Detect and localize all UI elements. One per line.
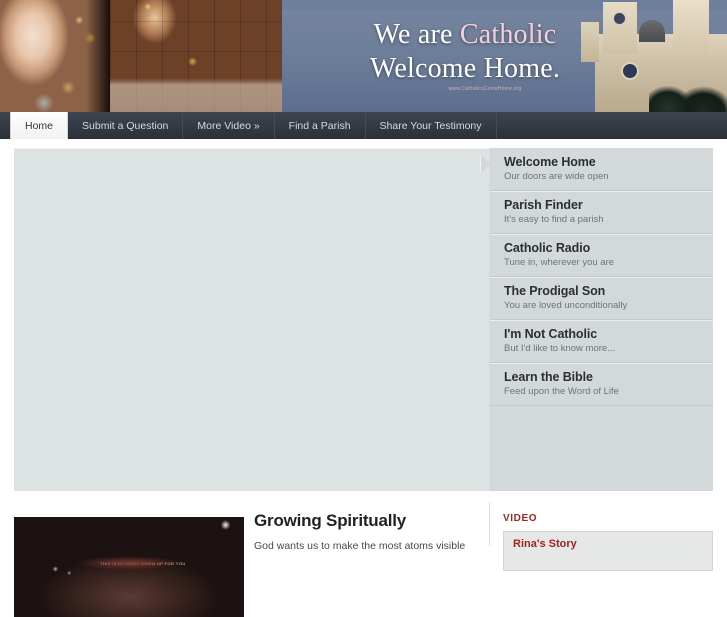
nav-item-share-your-testimony[interactable]: Share Your Testimony [366,112,497,139]
lower-section: THIS IS MY BODY GIVEN UP FOR YOU Growing… [0,503,727,617]
feature-subtitle: You are loved unconditionally [504,300,628,311]
feature-item-welcome-home[interactable]: Welcome Home Our doors are wide open [481,148,713,191]
video-section-label: VIDEO [503,513,538,524]
banner-headline-pink: Catholic [459,19,557,50]
feature-title: Parish Finder [504,198,583,212]
feature-item-parish-finder[interactable]: Parish Finder It's easy to find a parish [490,191,713,234]
nav-item-home[interactable]: Home [10,112,69,139]
feature-item-im-not-catholic[interactable]: I'm Not Catholic But I'd like to know mo… [490,320,713,363]
feature-title: Welcome Home [504,155,596,169]
feature-item-learn-the-bible[interactable]: Learn the Bible Feed upon the Word of Li… [490,363,713,406]
feature-title: The Prodigal Son [504,284,606,298]
feature-title: I'm Not Catholic [504,327,598,341]
nav-item-more-video[interactable]: More Video » [183,112,275,139]
feature-item-the-prodigal-son[interactable]: The Prodigal Son You are loved unconditi… [490,277,713,320]
feature-menu-list: Welcome Home Our doors are wide open Par… [481,148,713,491]
feature-item-catholic-radio[interactable]: Catholic Radio Tune in, wherever you are [490,234,713,277]
video-card-title: Rina's Story [513,538,577,550]
nav-item-home-label: Home [25,119,54,132]
active-pointer-icon [481,155,490,173]
feature-subtitle: It's easy to find a parish [504,214,604,225]
page-root: We are Catholic Welcome Home. www.Cathol… [0,0,727,617]
article-thumbnail-image[interactable]: THIS IS MY BODY GIVEN UP FOR YOU [14,517,244,617]
nav-item-find-a-parish[interactable]: Find a Parish [275,112,366,139]
main-navigation: Home Submit a Question More Video » Find… [0,112,727,144]
nav-item-submit-a-question-label: Submit a Question [82,119,169,132]
nav-item-share-your-testimony-label: Share Your Testimony [379,119,482,132]
feature-title: Learn the Bible [504,370,593,384]
stained-glass-last-supper-image [110,0,282,112]
cathedral-tower-right [673,0,709,56]
feature-subtitle: But I'd like to know more... [504,343,616,354]
content-area: Welcome Home Our doors are wide open Par… [0,139,727,545]
nav-item-more-video-label: More Video » [197,119,260,132]
banner-url-text: www.CatholicsComeHome.org [448,86,522,92]
feature-subtitle: Feed upon the Word of Life [504,386,619,397]
banner-headline-white: We are [373,19,460,50]
feature-subtitle: Tune in, wherever you are [504,257,615,268]
banner-headline-line2: Welcome Home. [369,53,561,84]
feature-subtitle: Our doors are wide open [504,171,609,182]
hero-media-panel[interactable] [14,148,491,491]
article-body-text: God wants us to make the most atoms visi… [254,540,466,552]
nav-item-find-a-parish-label: Find a Parish [288,119,351,132]
cathedral-trees [649,68,727,112]
feature-title: Catholic Radio [504,241,591,255]
column-divider [489,503,490,545]
cathedral-dome [639,20,665,42]
article-thumbnail-caption: THIS IS MY BODY GIVEN UP FOR YOU [99,561,186,566]
site-banner: We are Catholic Welcome Home. www.Cathol… [0,0,727,112]
stained-glass-madonna-image [0,0,110,112]
banner-headline: We are Catholic Welcome Home. [300,18,630,86]
banner-headline-line1: We are Catholic [300,18,630,52]
nav-item-submit-a-question[interactable]: Submit a Question [68,112,184,139]
article-title: Growing Spiritually [254,511,407,530]
video-card-rinas-story[interactable]: Rina's Story [503,531,713,571]
